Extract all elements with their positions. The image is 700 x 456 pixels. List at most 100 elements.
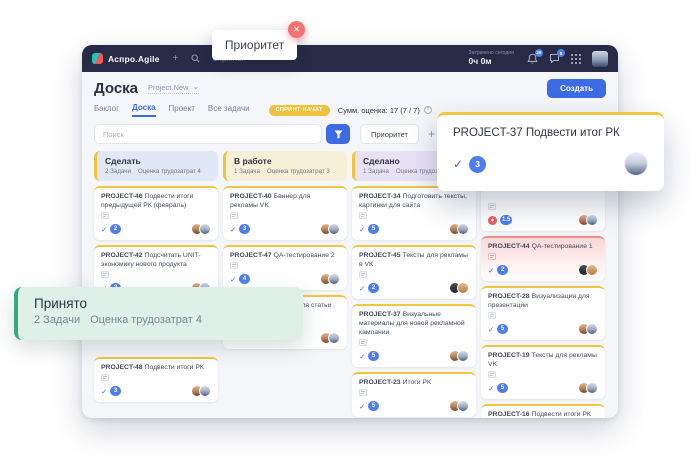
task-code: PROJECT-42 <box>101 252 143 259</box>
funnel-icon <box>334 130 343 139</box>
count-badge: 1.5 <box>500 215 512 226</box>
avatar <box>199 385 211 397</box>
count-badge: 4 <box>239 274 250 285</box>
app-logo-icon <box>92 53 103 64</box>
task-card[interactable]: PROJECT-47QA-тестирование 2 ✓4 <box>223 245 347 290</box>
check-icon: ✓ <box>101 387 107 396</box>
add-icon[interactable]: + <box>173 54 179 64</box>
task-card[interactable]: 1.5 <box>481 187 605 231</box>
count-badge: 5 <box>368 224 379 235</box>
title-row: Доска Project.New ⌄ Создать <box>94 78 606 98</box>
close-icon[interactable]: ✕ <box>288 21 305 38</box>
count-badge: 3 <box>110 386 121 397</box>
description-icon <box>101 374 109 381</box>
dragged-task-title: PROJECT-37 Подвести итог РК <box>453 127 648 139</box>
task-card[interactable]: PROJECT-46Подвести итоги предыдущей РК (… <box>94 186 218 240</box>
accepted-title: Принято <box>34 295 287 313</box>
avatar <box>586 382 598 394</box>
tab-board[interactable]: Доска <box>132 103 155 117</box>
user-avatar[interactable] <box>592 51 608 67</box>
count-badge: 2 <box>497 265 508 276</box>
project-selector[interactable]: Project.New ⌄ <box>148 83 199 94</box>
task-card[interactable]: PROJECT-16Подвести итоги РК <box>481 404 605 418</box>
count-badge: 5 <box>368 401 379 412</box>
filter-button[interactable] <box>326 124 350 144</box>
search-icon[interactable] <box>191 54 200 63</box>
chevron-down-icon: ⌄ <box>192 85 199 89</box>
tab-project[interactable]: Проект <box>169 104 195 116</box>
task-card[interactable]: PROJECT-48Подвести итоги РК ✓3 <box>94 357 218 402</box>
tab-backlog[interactable]: Бэклог <box>94 104 119 116</box>
task-code: PROJECT-28 <box>488 293 530 300</box>
description-icon <box>359 212 367 219</box>
task-card[interactable]: PROJECT-19Тексты для рекламы VK ✓5 <box>481 345 605 399</box>
project-name: Project.New <box>148 83 188 92</box>
task-card[interactable]: PROJECT-34Подготовить тексты, картинки д… <box>352 186 476 240</box>
screenshot-stage: Аспро.Agile + Спринты Затрачено сегодня … <box>0 0 700 456</box>
task-code: PROJECT-45 <box>359 252 401 259</box>
task-title: QA-тестирование 2 <box>274 252 335 259</box>
dragged-task-footer: ✓ 3 <box>453 152 648 176</box>
count-badge: 2 <box>368 283 379 294</box>
check-icon: ✓ <box>359 402 365 411</box>
task-code: PROJECT-40 <box>230 193 272 200</box>
dragged-task-card[interactable]: PROJECT-37 Подвести итог РК ✓ 3 <box>437 112 664 191</box>
column-header[interactable]: Сделать 2 ЗадачиОценка трудозатрат 4 <box>94 151 218 181</box>
avatar <box>586 264 598 276</box>
priority-tooltip-label: Приоритет <box>225 38 284 52</box>
description-icon <box>359 389 367 396</box>
apps-menu-button[interactable] <box>571 54 581 64</box>
task-card[interactable]: PROJECT-37Визуальные материалы для новой… <box>352 304 476 367</box>
description-icon <box>101 271 109 278</box>
task-card[interactable]: PROJECT-23Итоги РК ✓5 <box>352 372 476 417</box>
avatar <box>624 152 648 176</box>
messages-button[interactable]: 5 <box>549 53 560 64</box>
task-code: PROJECT-23 <box>359 379 401 386</box>
topbar-right: Затрачено сегодня 0ч 0м 26 5 <box>469 51 608 67</box>
count-badge: 5 <box>497 383 508 394</box>
add-filter-icon[interactable]: + <box>428 128 435 140</box>
description-icon <box>230 212 238 219</box>
notifications-button[interactable]: 26 <box>527 53 538 65</box>
page-title: Доска <box>94 80 138 97</box>
task-title: QA-тестирование 1 <box>532 243 593 250</box>
search-input[interactable] <box>94 124 322 144</box>
check-icon: ✓ <box>359 352 365 361</box>
count-badge: 5 <box>368 351 379 362</box>
task-card[interactable]: PROJECT-40Баннер для рекламы VK ✓3 <box>223 186 347 240</box>
task-code: PROJECT-19 <box>488 352 530 359</box>
avatar <box>328 273 340 285</box>
brand-name: Аспро.Agile <box>108 54 160 64</box>
create-button[interactable]: Создать <box>547 79 606 98</box>
priority-filter-chip[interactable]: Приоритет <box>360 124 419 144</box>
avatar <box>457 400 469 412</box>
avatar <box>328 223 340 235</box>
task-card[interactable]: PROJECT-28Визуализация для презентации ✓… <box>481 286 605 340</box>
task-card-highlighted[interactable]: PROJECT-44QA-тестирование 1 ✓2 <box>481 236 605 281</box>
tab-all-tasks[interactable]: Все задачи <box>208 104 250 116</box>
task-title: Подвести итоги РК <box>532 411 591 418</box>
messages-badge: 5 <box>557 49 565 57</box>
notifications-badge: 26 <box>535 49 543 57</box>
task-card[interactable]: PROJECT-45Тексты для рекламы в VK ✓2 <box>352 245 476 299</box>
time-tracker: Затрачено сегодня 0ч 0м <box>469 51 514 67</box>
accepted-meta: 2 ЗадачиОценка трудозатрат 4 <box>34 314 287 326</box>
check-icon: ✓ <box>359 284 365 293</box>
task-code: PROJECT-46 <box>101 193 143 200</box>
sprint-status-badge: СПРИНТ НАЧАТ <box>269 105 330 116</box>
avatar <box>457 282 469 294</box>
column-header[interactable]: В работе 1 ЗадачаОценка трудозатрат 3 <box>223 151 347 181</box>
avatar <box>457 223 469 235</box>
count-badge: 2 <box>110 224 121 235</box>
description-icon <box>488 203 496 210</box>
app-topbar: Аспро.Agile + Спринты Затрачено сегодня … <box>82 45 618 72</box>
avatar <box>457 350 469 362</box>
count-badge: 5 <box>497 324 508 335</box>
column-title: Сделать <box>105 156 210 166</box>
count-badge: 3 <box>469 156 486 173</box>
count-badge: 3 <box>239 224 250 235</box>
summary-estimate: Сумм. оценка: 17 (7 / 7) <box>338 106 420 115</box>
priority-tooltip: Приоритет ✕ <box>212 30 297 60</box>
help-icon[interactable]: ? <box>424 106 432 114</box>
task-title: Подвести итоги РК <box>145 364 204 371</box>
